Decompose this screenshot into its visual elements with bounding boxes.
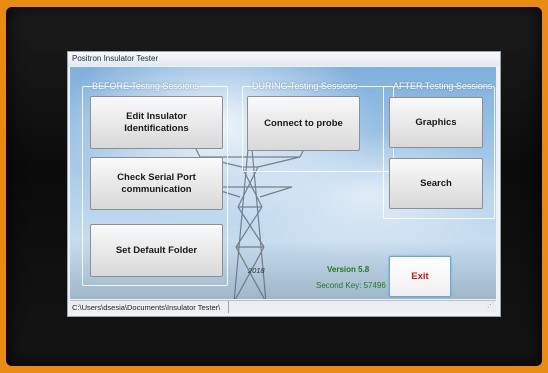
main-panel: BEFORE Testing Sessions Edit Insulator I…: [70, 67, 496, 299]
check-serial-port-button[interactable]: Check Serial Port communication: [90, 157, 223, 210]
resize-grip-icon[interactable]: ⋰: [487, 299, 494, 312]
search-button[interactable]: Search: [389, 158, 483, 209]
after-testing-label: AFTER Testing Sessions: [393, 81, 493, 91]
before-testing-label: BEFORE Testing Sessions: [92, 81, 199, 91]
app-window: Positron Insulator Tester BEFORE Testing…: [67, 51, 501, 317]
connect-to-probe-button[interactable]: Connect to probe: [247, 96, 360, 151]
exit-button[interactable]: Exit: [389, 256, 451, 297]
version-label: Version 5.8: [327, 265, 370, 274]
current-folder-path: C:\Users\dsesia\Documents\Insulator Test…: [72, 301, 229, 313]
status-bar: C:\Users\dsesia\Documents\Insulator Test…: [70, 300, 496, 313]
edit-insulator-identifications-button[interactable]: Edit Insulator Identifications: [90, 96, 223, 149]
window-title: Positron Insulator Tester: [68, 52, 500, 66]
copyright-year: 2018: [248, 266, 265, 275]
during-testing-label: DURING Testing Sessions: [252, 81, 358, 91]
set-default-folder-button[interactable]: Set Default Folder: [90, 224, 223, 277]
second-key-label: Second Key: 57496: [316, 281, 386, 290]
graphics-button[interactable]: Graphics: [389, 97, 483, 148]
